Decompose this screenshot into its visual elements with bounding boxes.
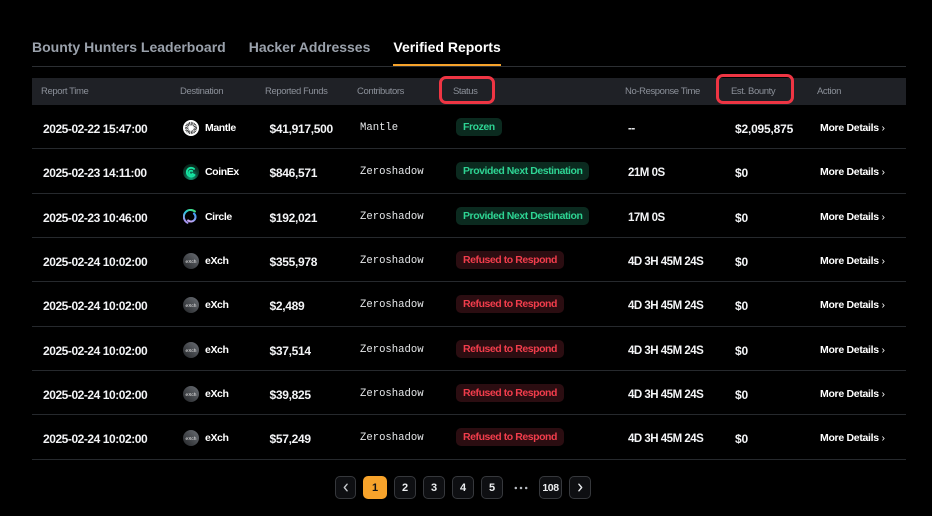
- svg-text:eXch: eXch: [186, 348, 197, 354]
- svg-text:eXch: eXch: [186, 259, 197, 265]
- svg-text:eXch: eXch: [186, 303, 197, 309]
- svg-text:eXch: eXch: [186, 392, 197, 398]
- svg-text:eXch: eXch: [186, 436, 197, 442]
